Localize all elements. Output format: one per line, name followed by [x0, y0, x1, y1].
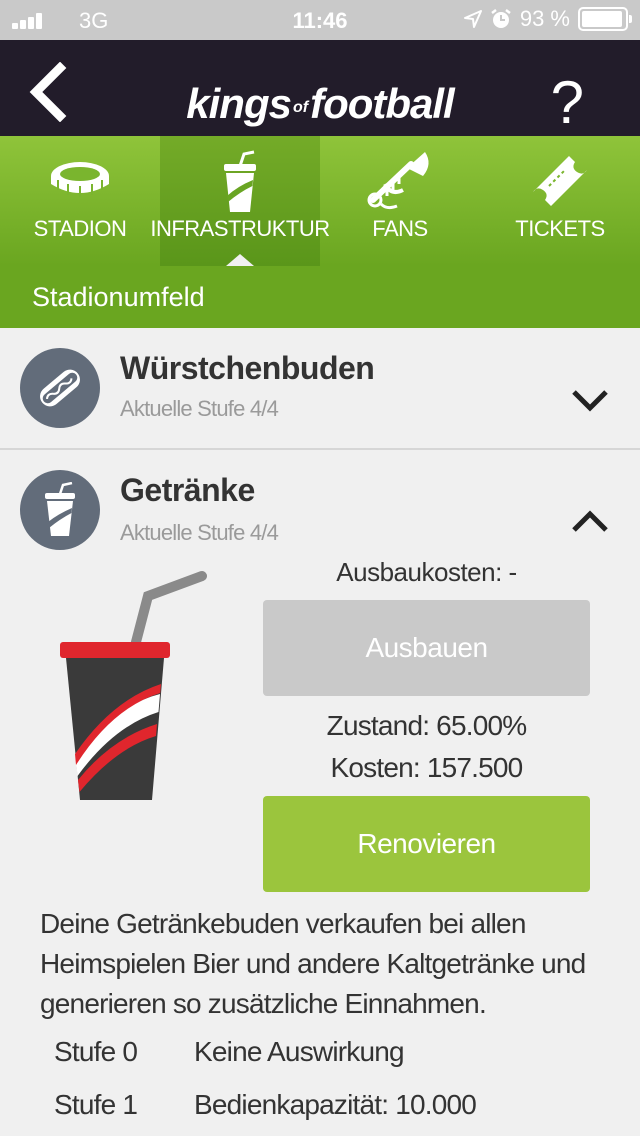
battery-percent: 93 %	[519, 6, 570, 31]
condition-label: Zustand: 65.00%	[326, 710, 528, 741]
drink-icon-circle	[20, 470, 100, 550]
renovate-button[interactable]: Renovieren	[263, 796, 590, 892]
hotdog-icon-circle	[20, 348, 100, 428]
level-effect: Bedienkapazität: 10.000	[194, 1089, 477, 1120]
logo-football: football	[310, 80, 455, 127]
drink-cup-illustration	[60, 571, 207, 800]
chevron-down-icon[interactable]	[570, 388, 610, 414]
status-bar: 3G 11:46 93 %	[0, 0, 640, 40]
item-level: Aktuelle Stufe 4/4	[120, 396, 279, 421]
item-level: Aktuelle Stufe 4/4	[120, 520, 279, 545]
chevron-up-icon[interactable]	[570, 508, 610, 534]
tab-fans-label: FANS	[372, 216, 428, 241]
battery-icon	[578, 7, 632, 31]
list-item-wuerstchenbuden[interactable]: Würstchenbuden Aktuelle Stufe 4/4	[0, 328, 640, 448]
location-icon	[463, 10, 482, 28]
stadium-icon	[51, 162, 109, 197]
tab-fans[interactable]: FANS	[320, 136, 480, 266]
upgrade-cost-label: Ausbaukosten: -	[336, 557, 517, 587]
tab-infrastruktur-label: INFRASTRUKTUR	[150, 216, 330, 241]
item-description: Deine Getränkebuden verkaufen bei allen …	[40, 908, 586, 1019]
level-name: Stufe 0	[54, 1036, 138, 1067]
tab-tickets[interactable]: TICKETS	[480, 136, 640, 266]
item-title: Würstchenbuden	[120, 350, 375, 386]
costs-label: Kosten: 157.500	[330, 752, 524, 783]
tab-infrastruktur[interactable]: INFRASTRUKTUR	[150, 136, 330, 266]
active-tab-indicator	[226, 254, 254, 266]
drink-cup-icon	[224, 150, 256, 212]
app-header: kings offootball ?	[0, 40, 640, 136]
tab-tickets-label: TICKETS	[515, 216, 605, 241]
list-item-getraenke[interactable]: Getränke Aktuelle Stufe 4/4	[0, 450, 640, 560]
alarm-icon	[491, 9, 511, 28]
tab-stadion-label: STADION	[33, 216, 127, 241]
tab-stadion[interactable]: STADION	[0, 136, 160, 266]
category-tabs: STADION INFRASTRUKTUR FANS TICKETS	[0, 136, 640, 266]
level-name: Stufe 1	[54, 1089, 138, 1120]
drink-cup-icon	[45, 482, 75, 536]
section-header: Stadionumfeld	[0, 266, 640, 328]
logo-kings: kings	[186, 80, 292, 127]
item-title: Getränke	[120, 472, 255, 508]
build-button[interactable]: Ausbauen	[263, 600, 590, 696]
level-effect: Keine Auswirkung	[194, 1036, 405, 1067]
help-button[interactable]: ?	[551, 70, 584, 136]
ticket-icon	[533, 156, 587, 206]
app-logo: kings offootball	[0, 80, 640, 132]
logo-of: of	[292, 99, 309, 116]
trumpet-icon	[367, 152, 429, 210]
hotdog-icon	[40, 369, 80, 407]
